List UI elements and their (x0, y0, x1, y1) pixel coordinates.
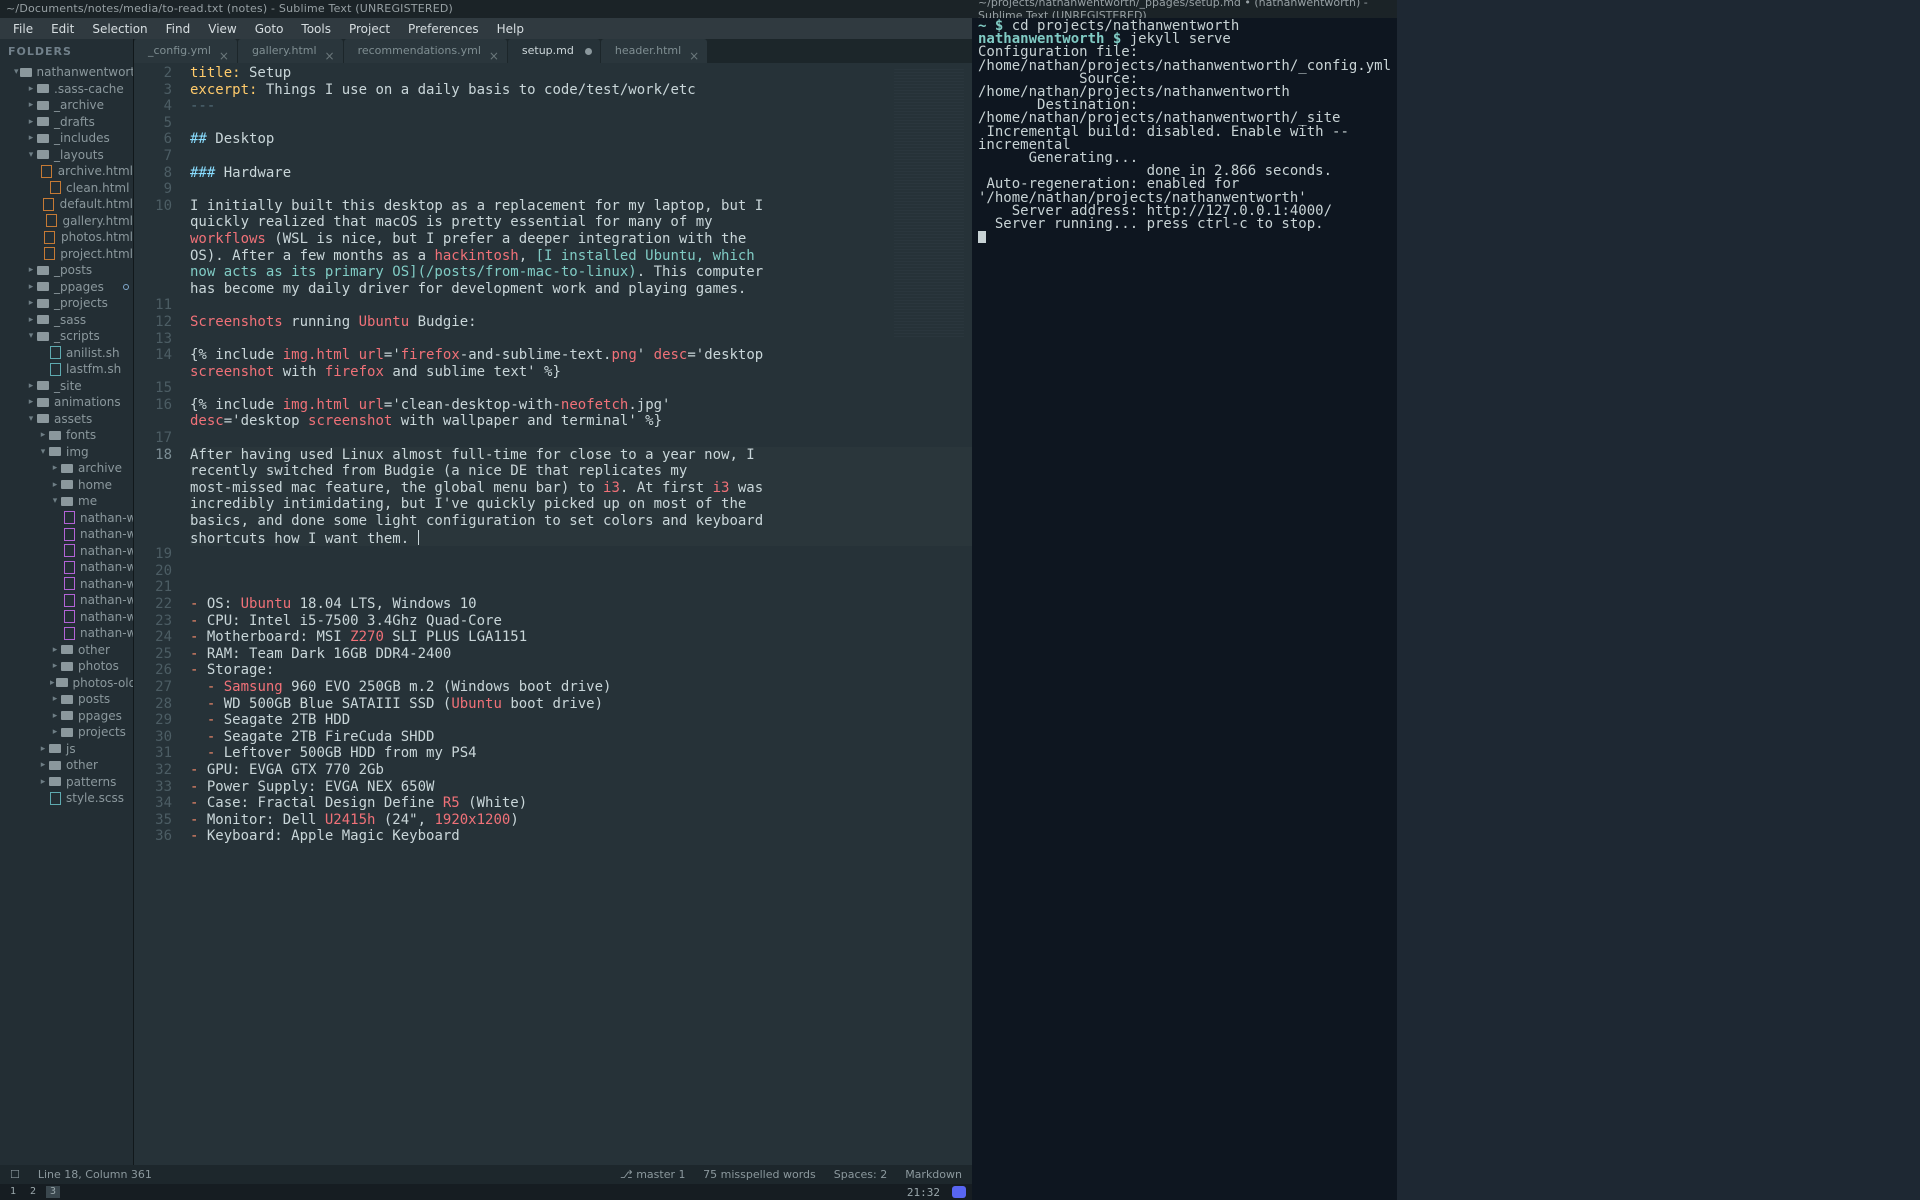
sidebar-item--scripts[interactable]: _scripts (0, 328, 133, 345)
status-icon: ☐ (10, 1168, 20, 1181)
sidebar-item-nathanwentwort[interactable]: nathanwentwort (0, 64, 133, 81)
menu-preferences[interactable]: Preferences (399, 22, 488, 36)
terminal-titlebar: ~/projects/nathanwentworth/_ppages/setup… (972, 0, 1397, 18)
sidebar-item-nathan-wen[interactable]: nathan-wen (0, 592, 133, 609)
tab-setup-md[interactable]: setup.md (508, 39, 600, 63)
minimap[interactable] (894, 69, 964, 339)
sidebar-item-home[interactable]: home (0, 477, 133, 494)
status-bar: ☐ Line 18, Column 361 master 1 75 misspe… (0, 1165, 972, 1184)
sidebar-item-projects[interactable]: projects (0, 724, 133, 741)
sidebar-item-me[interactable]: me (0, 493, 133, 510)
clock: 21:32 (907, 1186, 946, 1199)
sidebar-item--archive[interactable]: _archive (0, 97, 133, 114)
close-icon[interactable]: × (325, 44, 335, 68)
workspace-2[interactable]: 2 (26, 1186, 40, 1198)
tab--config-yml[interactable]: _config.yml× (134, 39, 237, 63)
menu-project[interactable]: Project (340, 22, 399, 36)
modified-dot-icon[interactable] (585, 48, 592, 55)
tab-bar[interactable]: _config.yml×gallery.html×recommendations… (134, 39, 972, 63)
sidebar-item-photos-html[interactable]: photos.html (0, 229, 133, 246)
sublime-menubar[interactable]: FileEditSelectionFindViewGotoToolsProjec… (0, 18, 972, 39)
sublime-sidebar[interactable]: FOLDERS nathanwentwort.sass-cache_archiv… (0, 39, 134, 1165)
git-branch[interactable]: master 1 (620, 1168, 685, 1181)
menu-file[interactable]: File (4, 22, 42, 36)
sidebar-item-nathan-wen[interactable]: nathan-wen (0, 510, 133, 527)
terminal[interactable]: ~ $ cd projects/nathanwentworthnathanwen… (972, 18, 1397, 1200)
sidebar-item-img[interactable]: img (0, 444, 133, 461)
sidebar-item--ppages[interactable]: _ppages (0, 279, 133, 296)
tab-recommendations-yml[interactable]: recommendations.yml× (344, 39, 507, 63)
sidebar-item-nathan-wen[interactable]: nathan-wen (0, 625, 133, 642)
sidebar-item-assets[interactable]: assets (0, 411, 133, 428)
editor-area: _config.yml×gallery.html×recommendations… (134, 39, 972, 1165)
sidebar-item-anilist-sh[interactable]: anilist.sh (0, 345, 133, 362)
sidebar-item--sass[interactable]: _sass (0, 312, 133, 329)
sidebar-item-photos-old[interactable]: photos-old (0, 675, 133, 692)
sidebar-item--includes[interactable]: _includes (0, 130, 133, 147)
sidebar-item-nathan-wen[interactable]: nathan-wen (0, 543, 133, 560)
menu-goto[interactable]: Goto (246, 22, 293, 36)
sidebar-item-nathan-wen[interactable]: nathan-wen (0, 526, 133, 543)
workspace-bar[interactable]: 123 21:32 (0, 1184, 972, 1200)
menu-edit[interactable]: Edit (42, 22, 83, 36)
tab-gallery-html[interactable]: gallery.html× (238, 39, 343, 63)
tray-discord-icon[interactable] (952, 1186, 966, 1198)
sidebar-item-nathan-wen[interactable]: nathan-wen (0, 609, 133, 626)
terminal-window: ~/projects/nathanwentworth/_ppages/setup… (972, 0, 1397, 1200)
menu-help[interactable]: Help (488, 22, 533, 36)
sidebar-item-js[interactable]: js (0, 741, 133, 758)
close-icon[interactable]: × (219, 44, 229, 68)
line-gutter: 2345678910111213141516171819202122232425… (134, 63, 184, 1165)
tab-header-html[interactable]: header.html× (601, 39, 707, 63)
close-icon[interactable]: × (489, 44, 499, 68)
sidebar-item-patterns[interactable]: patterns (0, 774, 133, 791)
sidebar-item-archive-html[interactable]: archive.html (0, 163, 133, 180)
sidebar-item-nathan-wen[interactable]: nathan-wen (0, 576, 133, 593)
sidebar-item-nathan-wen[interactable]: nathan-wen (0, 559, 133, 576)
sidebar-item-gallery-html[interactable]: gallery.html (0, 213, 133, 230)
sidebar-item--site[interactable]: _site (0, 378, 133, 395)
workspace-1[interactable]: 1 (6, 1186, 20, 1198)
sidebar-item--sass-cache[interactable]: .sass-cache (0, 81, 133, 98)
sidebar-item-archive[interactable]: archive (0, 460, 133, 477)
sidebar-item-style-scss[interactable]: style.scss (0, 790, 133, 807)
indent-status[interactable]: Spaces: 2 (834, 1168, 887, 1181)
sidebar-item--drafts[interactable]: _drafts (0, 114, 133, 131)
sidebar-item-lastfm-sh[interactable]: lastfm.sh (0, 361, 133, 378)
code-editor[interactable]: title: Setupexcerpt: Things I use on a d… (184, 63, 972, 1165)
menu-view[interactable]: View (199, 22, 245, 36)
sidebar-item-fonts[interactable]: fonts (0, 427, 133, 444)
sublime-body: FOLDERS nathanwentwort.sass-cache_archiv… (0, 39, 972, 1165)
sidebar-item--layouts[interactable]: _layouts (0, 147, 133, 164)
menu-tools[interactable]: Tools (292, 22, 340, 36)
sidebar-item-clean-html[interactable]: clean.html (0, 180, 133, 197)
syntax-status[interactable]: Markdown (905, 1168, 962, 1181)
sidebar-item-animations[interactable]: animations (0, 394, 133, 411)
sidebar-item-photos[interactable]: photos (0, 658, 133, 675)
menu-selection[interactable]: Selection (83, 22, 156, 36)
sublime-window: ~/Documents/notes/media/to-read.txt (not… (0, 0, 972, 1200)
sidebar-item--posts[interactable]: _posts (0, 262, 133, 279)
workspace-3[interactable]: 3 (46, 1186, 60, 1198)
sidebar-header: FOLDERS (0, 39, 133, 64)
close-icon[interactable]: × (689, 44, 699, 68)
sidebar-item-other[interactable]: other (0, 757, 133, 774)
sublime-titlebar: ~/Documents/notes/media/to-read.txt (not… (0, 0, 972, 18)
sidebar-item-project-html[interactable]: project.html (0, 246, 133, 263)
sidebar-item--projects[interactable]: _projects (0, 295, 133, 312)
spellcheck-status[interactable]: 75 misspelled words (703, 1168, 816, 1181)
status-position: Line 18, Column 361 (38, 1168, 152, 1181)
menu-find[interactable]: Find (157, 22, 200, 36)
sidebar-item-other[interactable]: other (0, 642, 133, 659)
sidebar-item-ppages[interactable]: ppages (0, 708, 133, 725)
sidebar-item-posts[interactable]: posts (0, 691, 133, 708)
sidebar-item-default-html[interactable]: default.html (0, 196, 133, 213)
